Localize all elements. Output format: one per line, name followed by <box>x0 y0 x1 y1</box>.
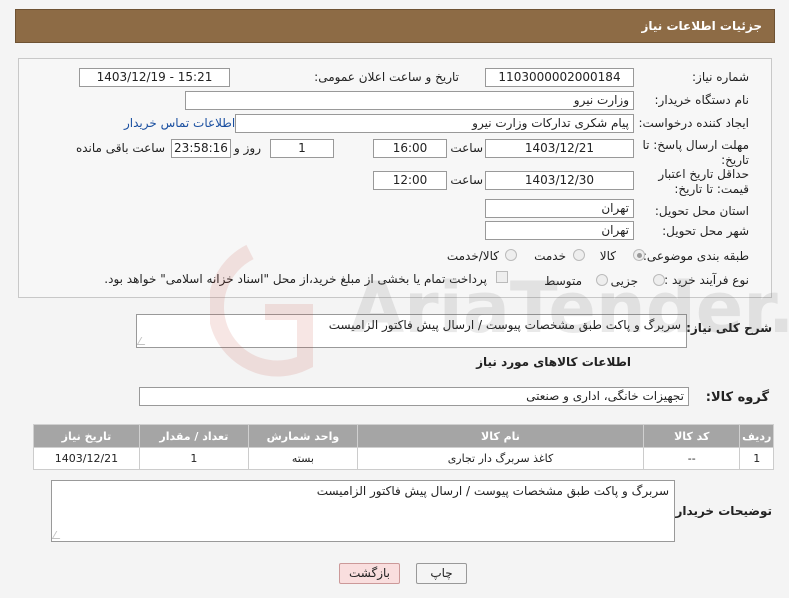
province-label: استان محل تحویل: <box>654 204 749 218</box>
price-validity-time-field[interactable]: 12:00 <box>373 171 447 190</box>
back-button[interactable]: بازگشت <box>339 563 400 584</box>
category-both-label: کالا/خدمت <box>446 249 499 263</box>
remaining-time-label: ساعت باقی مانده <box>75 141 165 155</box>
buyer-notes-text: سربرگ و پاکت طبق مشخصات پیوست / ارسال پی… <box>316 484 669 498</box>
col-unit: واحد شمارش <box>247 424 358 448</box>
announce-date-label: تاریخ و ساعت اعلان عمومی: <box>314 70 459 84</box>
cell-qty: 1 <box>138 447 249 470</box>
goods-table-header: ردیف کد کالا نام کالا واحد شمارش تعداد /… <box>33 424 774 448</box>
creator-label: ایجاد کننده درخواست: <box>638 116 749 130</box>
col-qty: تعداد / مقدار <box>138 424 249 448</box>
cell-row: 1 <box>739 447 774 470</box>
goods-table: ردیف کد کالا نام کالا واحد شمارش تعداد /… <box>33 424 774 470</box>
category-both-radio[interactable] <box>505 249 517 261</box>
goods-group-label: گروه کالا: <box>705 390 769 405</box>
col-code: کد کالا <box>643 424 741 448</box>
cell-name: کاغذ سربرگ دار تجاری <box>356 447 645 470</box>
process-medium-radio[interactable] <box>596 274 608 286</box>
city-field[interactable]: تهران <box>485 221 634 240</box>
resize-handle-icon[interactable] <box>137 337 150 345</box>
buyer-contact-link[interactable]: اطلاعات تماس خریدار <box>124 116 235 130</box>
cell-code: -- <box>643 447 741 470</box>
treasury-payment-checkbox[interactable] <box>496 271 508 283</box>
summary-label: شرح کلی نیاز: <box>686 321 772 335</box>
summary-text: سربرگ و پاکت طبق مشخصات پیوست / ارسال پی… <box>328 318 681 332</box>
creator-field[interactable]: پیام شکری تدارکات وزارت نیرو <box>235 114 634 133</box>
reply-date-field[interactable]: 1403/12/21 <box>485 139 634 158</box>
page-header: جزئیات اطلاعات نیاز <box>15 9 775 43</box>
announce-date-field[interactable]: 1403/12/19 - 15:21 <box>79 68 230 87</box>
reply-time-field[interactable]: 16:00 <box>373 139 447 158</box>
col-date: تاریخ نیاز <box>33 424 140 448</box>
summary-textarea[interactable]: سربرگ و پاکت طبق مشخصات پیوست / ارسال پی… <box>136 314 687 348</box>
reply-deadline-label: مهلت ارسال پاسخ: تا تاریخ: <box>642 138 749 167</box>
city-label: شهر محل تحویل: <box>662 224 749 238</box>
need-number-field[interactable]: 1103000002000184 <box>485 68 634 87</box>
process-small-label: جزیی <box>610 274 638 288</box>
goods-group-field[interactable]: تجهیزات خانگی، اداری و صنعتی <box>139 387 689 406</box>
treasury-payment-note: پرداخت تمام یا بخشی از مبلغ خرید،از محل … <box>104 272 487 286</box>
need-number-label: شماره نیاز: <box>692 70 749 84</box>
process-small-radio[interactable] <box>653 274 665 286</box>
goods-section-title: اطلاعات کالاهای مورد نیاز <box>476 355 631 369</box>
remaining-time-field[interactable]: 23:58:16 <box>171 139 231 158</box>
buyer-notes-textarea[interactable]: سربرگ و پاکت طبق مشخصات پیوست / ارسال پی… <box>51 480 675 542</box>
buyer-notes-label: توضیحات خریدار: <box>670 504 772 518</box>
category-goods-radio[interactable] <box>633 249 645 261</box>
price-validity-label: حداقل تاریخ اعتبار قیمت: تا تاریخ: <box>658 167 749 196</box>
process-type-label: نوع فرآیند خرید : <box>664 273 749 287</box>
buyer-org-field[interactable]: وزارت نیرو <box>185 91 634 110</box>
days-label: روز و <box>234 141 261 155</box>
buyer-org-label: نام دستگاه خریدار: <box>654 93 750 107</box>
need-details-page: جزئیات اطلاعات نیاز شماره نیاز: 11030000… <box>0 0 789 598</box>
reply-time-label: ساعت <box>450 141 483 155</box>
category-goods-label: کالا <box>599 249 616 263</box>
days-field[interactable]: 1 <box>270 139 334 158</box>
col-row: ردیف <box>739 424 774 448</box>
price-validity-date-field[interactable]: 1403/12/30 <box>485 171 634 190</box>
category-label: طبقه بندی موضوعی: <box>642 249 749 263</box>
process-medium-label: متوسط <box>544 274 582 288</box>
cell-date: 1403/12/21 <box>33 447 140 470</box>
print-button[interactable]: چاپ <box>416 563 467 584</box>
col-name: نام کالا <box>356 424 645 448</box>
cell-unit: بسته <box>247 447 358 470</box>
table-row[interactable]: 1 -- کاغذ سربرگ دار تجاری بسته 1 1403/12… <box>33 447 774 470</box>
price-validity-time-label: ساعت <box>450 173 483 187</box>
province-field[interactable]: تهران <box>485 199 634 218</box>
category-service-label: خدمت <box>534 249 566 263</box>
resize-handle-icon[interactable] <box>52 531 65 539</box>
category-service-radio[interactable] <box>573 249 585 261</box>
